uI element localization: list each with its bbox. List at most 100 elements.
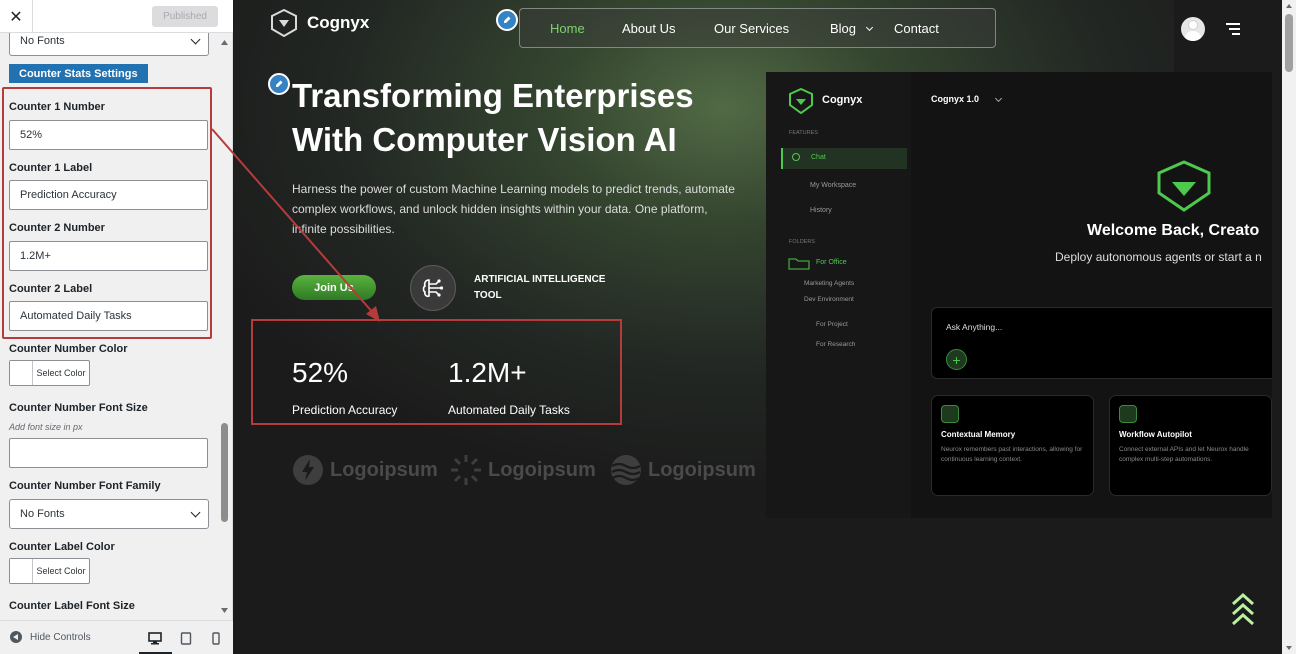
hamburger-menu-icon[interactable] <box>1224 23 1240 35</box>
customizer-sidebar: ✕ Published No Fonts Counter Stats Setti… <box>0 0 233 654</box>
partner-logo-2: Logoipsum <box>450 454 596 486</box>
chevron-down-icon <box>994 94 1003 103</box>
dash-sub-item[interactable]: For Research <box>816 341 855 348</box>
number-color-picker[interactable]: Select Color <box>9 360 90 386</box>
collapse-icon <box>10 631 22 643</box>
dash-nav-chat[interactable]: Chat <box>781 148 907 169</box>
nav-our-services[interactable]: Our Services <box>714 21 789 36</box>
dash-sub-item[interactable]: For Project <box>816 321 848 328</box>
scrollbar-thumb[interactable] <box>1285 14 1293 72</box>
stat-1-number: 52% <box>292 357 349 388</box>
color-swatch <box>10 361 33 385</box>
color-swatch <box>10 559 33 583</box>
partner-logo-text: Logoipsum <box>330 458 438 481</box>
chat-icon <box>792 153 800 161</box>
edit-pen-icon[interactable] <box>268 73 290 95</box>
nav-blog[interactable]: Blog <box>830 21 856 36</box>
published-button[interactable]: Published <box>152 6 218 27</box>
ai-chip-icon <box>410 265 456 311</box>
stat-2-number: 1.2M+ <box>448 357 527 388</box>
number-color-label: Counter Number Color <box>9 343 128 355</box>
join-us-button[interactable]: Join Us <box>292 275 376 300</box>
label-color-picker[interactable]: Select Color <box>9 558 90 584</box>
hero-title-line-1: Transforming Enterprises <box>292 77 694 114</box>
memory-icon <box>941 405 959 423</box>
partner-logo-1: Logoipsum <box>292 454 438 486</box>
dash-version[interactable]: Cognyx 1.0 <box>931 94 979 104</box>
partner-logo-text: Logoipsum <box>488 458 596 481</box>
mobile-preview-icon[interactable] <box>207 629 225 647</box>
label-font-size-label: Counter Label Font Size <box>9 600 135 612</box>
feature-card-title: Contextual Memory <box>941 430 1016 439</box>
dash-nav-workspace[interactable]: My Workspace <box>810 182 856 189</box>
dash-folder-office[interactable]: For Office <box>816 259 847 266</box>
partner-logo-text: Logoipsum <box>648 458 756 481</box>
dash-folder-item[interactable]: Dev Environment <box>804 296 854 303</box>
nav-home[interactable]: Home <box>550 21 585 36</box>
shield-logo-icon <box>789 88 813 114</box>
feature-card-title: Workflow Autopilot <box>1119 430 1192 439</box>
number-font-size-input[interactable] <box>9 438 208 468</box>
dash-folders-heading: FOLDERS <box>789 239 815 245</box>
autopilot-icon <box>1119 405 1137 423</box>
avatar[interactable] <box>1181 17 1205 41</box>
stat-1-label: Prediction Accuracy <box>292 403 398 417</box>
hide-controls-button[interactable]: Hide Controls <box>10 631 91 643</box>
desktop-preview-icon[interactable] <box>146 629 164 647</box>
sun-logo-icon <box>451 455 481 485</box>
scrollbar-thumb[interactable] <box>221 423 228 522</box>
label-color-label: Counter Label Color <box>9 541 115 553</box>
scroll-arrows-icon <box>221 40 228 613</box>
select-color-text: Select Color <box>36 566 86 576</box>
chevron-down-icon <box>865 23 874 32</box>
hide-controls-label: Hide Controls <box>30 631 91 643</box>
brand-name: Cognyx <box>307 13 370 32</box>
sidebar-header: ✕ Published <box>0 0 233 33</box>
font-family-value: No Fonts <box>20 508 65 520</box>
main-nav: Home About Us Our Services Blog Contact <box>519 8 996 48</box>
folder-icon <box>788 258 810 270</box>
scroll-to-top-icon[interactable] <box>1230 592 1256 630</box>
stat-2-label: Automated Daily Tasks <box>448 403 570 417</box>
dash-nav-history[interactable]: History <box>810 207 832 214</box>
chevron-down-icon <box>190 507 201 518</box>
site-logo[interactable]: Cognyx <box>270 9 369 37</box>
hero-title: Transforming Enterprises With Computer V… <box>292 74 732 162</box>
nav-about-us[interactable]: About Us <box>622 21 675 36</box>
number-font-family-label: Counter Number Font Family <box>9 480 161 492</box>
ask-placeholder: Ask Anything... <box>946 322 1003 332</box>
number-font-family-select[interactable]: No Fonts <box>9 499 209 529</box>
select-color-text: Select Color <box>36 368 86 378</box>
partner-logo-3: Logoipsum <box>610 454 756 486</box>
dash-brand: Cognyx <box>822 94 863 106</box>
edit-pen-icon[interactable] <box>496 9 518 31</box>
sidebar-scrollbar[interactable] <box>217 35 232 618</box>
bolt-logo-icon <box>293 455 323 485</box>
close-icon[interactable]: ✕ <box>0 0 33 33</box>
dash-welcome: Welcome Back, Creato <box>1087 222 1260 239</box>
feature-card-desc: Connect external APIs and let Neurox han… <box>1119 446 1249 463</box>
tablet-preview-icon[interactable] <box>177 629 195 647</box>
ai-tool-line-1: ARTIFICIAL INTELLIGENCE <box>474 274 606 285</box>
feature-card[interactable]: Workflow Autopilot Connect external APIs… <box>1109 395 1272 496</box>
feature-card[interactable]: Contextual Memory Neurox remembers past … <box>931 395 1094 496</box>
add-icon[interactable]: + <box>946 349 967 370</box>
dashboard-sidebar: Cognyx FEATURES Chat My Workspace Histor… <box>766 72 911 518</box>
hero-description: Harness the power of custom Machine Lear… <box>292 182 735 236</box>
dash-folder-item[interactable]: Marketing Agents <box>804 280 854 287</box>
site-preview: Cognyx Home About Us Our Services Blog C… <box>234 0 1282 654</box>
font-size-hint: Add font size in px <box>9 422 83 432</box>
preview-scrollbar[interactable] <box>1282 0 1296 654</box>
ai-tool-line-2: TOOL <box>474 290 502 301</box>
sidebar-footer: Hide Controls <box>0 620 233 654</box>
dash-welcome-sub: Deploy autonomous agents or start a n <box>1055 250 1262 264</box>
shield-logo-icon <box>271 9 297 37</box>
nav-contact[interactable]: Contact <box>894 21 939 36</box>
font-select-top[interactable]: No Fonts <box>9 33 209 56</box>
dash-features-heading: FEATURES <box>789 130 818 136</box>
dash-nav-chat-label: Chat <box>811 154 826 161</box>
shield-logo-icon <box>1157 160 1211 212</box>
section-title: Counter Stats Settings <box>9 64 148 83</box>
ask-anything-input[interactable]: Ask Anything... + <box>931 307 1272 379</box>
dashboard-mockup: Cognyx FEATURES Chat My Workspace Histor… <box>766 72 1272 518</box>
